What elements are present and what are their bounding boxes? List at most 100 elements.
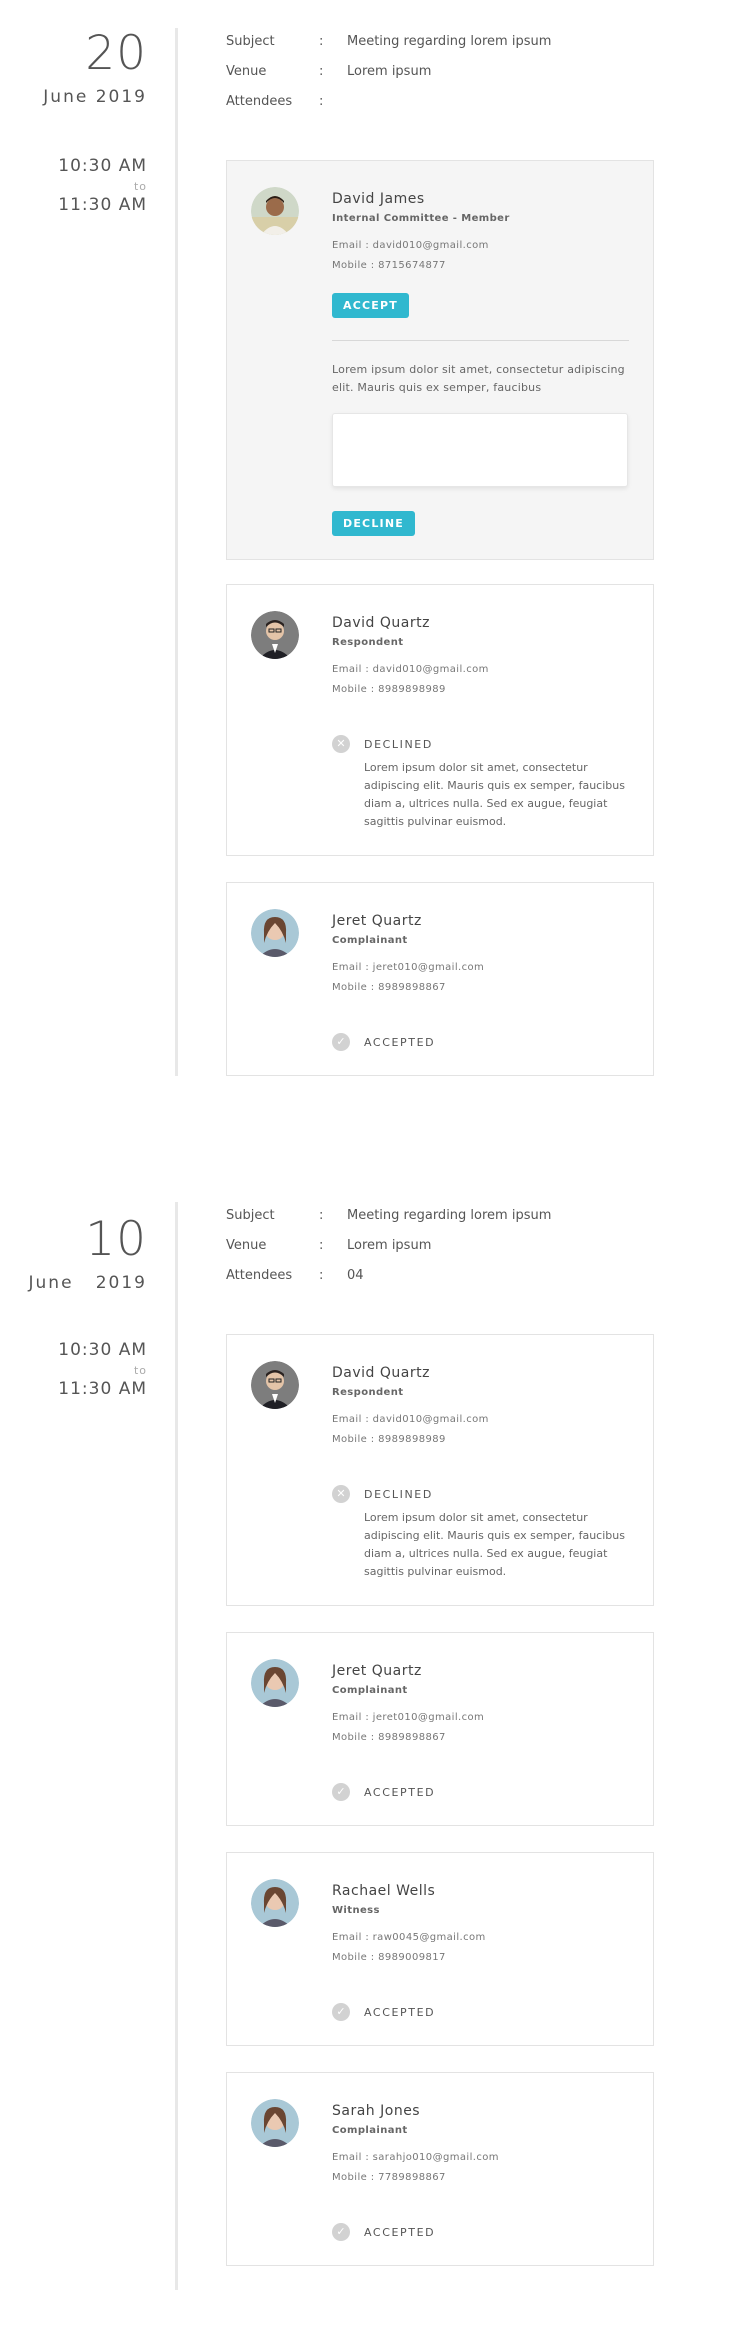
decline-button[interactable]: DECLINE [332, 511, 415, 536]
time-to: to [133, 180, 147, 193]
attendee-mobile: Mobile : 8715674877 [332, 260, 446, 271]
meeting-date: 20 June 2019 [0, 30, 147, 107]
attendee-role: Internal Committee - Member [332, 213, 510, 224]
attendee-card: David James Internal Committee - Member … [226, 160, 654, 560]
timeline-line [175, 28, 178, 1076]
attendee-info: Rachael Wells Witness Email : raw0045@gm… [332, 1883, 629, 1963]
venue-label: Venue [226, 63, 267, 79]
meeting-date: 10 June 2019 [0, 1216, 147, 1293]
meeting-month-year: June 2019 [43, 87, 147, 107]
meeting-month-year: June 2019 [28, 1273, 147, 1293]
separator: : [319, 93, 324, 109]
decline-note: Lorem ipsum dolor sit amet, consectetur … [364, 761, 625, 828]
attendee-name: David Quartz [332, 615, 430, 631]
attendee-email: Email : david010@gmail.com [332, 240, 489, 251]
attendee-mobile: Mobile : 8989898867 [332, 1732, 446, 1743]
status-row: ✕ DECLINED [332, 735, 433, 753]
timeline-line [175, 1202, 178, 2290]
avatar [251, 1879, 299, 1927]
attendee-mobile: Mobile : 8989898989 [332, 1434, 446, 1445]
subject-row: Subject : Meeting regarding lorem ipsum [226, 1200, 646, 1230]
subject-label: Subject [226, 33, 275, 49]
attendee-card: Sarah Jones Complainant Email : sarahjo0… [226, 2072, 654, 2266]
attendee-role: Complainant [332, 1685, 408, 1696]
avatar [251, 1361, 299, 1409]
meeting-block: 10 June 2019 10:30 AM to 11:30 AM Subjec… [0, 1174, 736, 2314]
separator: : [319, 1237, 324, 1253]
status-label: DECLINED [364, 737, 433, 751]
time-end: 11:30 AM [58, 1379, 147, 1399]
venue-row: Venue : Lorem ipsum [226, 56, 646, 86]
attendees-label: Attendees [226, 1267, 293, 1283]
meeting-details: Subject : Meeting regarding lorem ipsum … [226, 1200, 646, 1290]
attendee-card: Jeret Quartz Complainant Email : jeret01… [226, 882, 654, 1076]
attendee-email: Email : jeret010@gmail.com [332, 962, 485, 973]
meeting-details: Subject : Meeting regarding lorem ipsum … [226, 26, 646, 116]
time-start: 10:30 AM [58, 1340, 147, 1360]
separator: : [319, 1267, 324, 1283]
attendee-info: Sarah Jones Complainant Email : sarahjo0… [332, 2103, 629, 2183]
attendee-name: Rachael Wells [332, 1883, 436, 1899]
close-icon: ✕ [332, 1485, 350, 1503]
attendees-row: Attendees : 04 [226, 1260, 646, 1290]
venue-value: Lorem ipsum [347, 63, 432, 79]
attendee-role: Respondent [332, 1387, 404, 1398]
subject-value: Meeting regarding lorem ipsum [347, 33, 552, 49]
attendee-card: Jeret Quartz Complainant Email : jeret01… [226, 1632, 654, 1826]
check-icon: ✓ [332, 1033, 350, 1051]
meeting-day: 20 [85, 26, 147, 81]
separator: : [319, 63, 324, 79]
subject-label: Subject [226, 1207, 275, 1223]
attendee-card: David Quartz Respondent Email : david010… [226, 1334, 654, 1606]
status-row: ✕ DECLINED [332, 1485, 433, 1503]
separator: : [319, 33, 324, 49]
attendee-info: Jeret Quartz Complainant Email : jeret01… [332, 1663, 629, 1743]
decline-reason-prompt: Lorem ipsum dolor sit amet, consectetur … [332, 363, 625, 394]
attendee-name: Jeret Quartz [332, 913, 422, 929]
attendee-name: David Quartz [332, 1365, 430, 1381]
attendee-mobile: Mobile : 7789898867 [332, 2172, 446, 2183]
attendee-email: Email : david010@gmail.com [332, 664, 489, 675]
decline-reason-input[interactable] [332, 413, 628, 487]
attendee-info: David Quartz Respondent Email : david010… [332, 1365, 629, 1445]
attendee-mobile: Mobile : 8989898989 [332, 684, 446, 695]
meeting-time: 10:30 AM to 11:30 AM [0, 156, 147, 215]
time-start: 10:30 AM [58, 156, 147, 176]
subject-row: Subject : Meeting regarding lorem ipsum [226, 26, 646, 56]
check-icon: ✓ [332, 2003, 350, 2021]
attendees-row: Attendees : [226, 86, 646, 116]
attendee-info: Jeret Quartz Complainant Email : jeret01… [332, 913, 629, 993]
check-icon: ✓ [332, 1783, 350, 1801]
accept-button[interactable]: ACCEPT [332, 293, 409, 318]
attendee-info: David James Internal Committee - Member … [332, 191, 629, 536]
attendees-label: Attendees [226, 93, 293, 109]
attendee-mobile: Mobile : 8989009817 [332, 1952, 446, 1963]
decline-note: Lorem ipsum dolor sit amet, consectetur … [364, 1511, 625, 1578]
status-row: ✓ ACCEPTED [332, 2223, 435, 2241]
attendee-card: Rachael Wells Witness Email : raw0045@gm… [226, 1852, 654, 2046]
attendee-role: Complainant [332, 935, 408, 946]
time-to: to [133, 1364, 147, 1377]
close-icon: ✕ [332, 735, 350, 753]
attendee-info: David Quartz Respondent Email : david010… [332, 615, 629, 695]
attendee-email: Email : raw0045@gmail.com [332, 1932, 486, 1943]
attendees-value: 04 [347, 1267, 364, 1283]
attendee-email: Email : david010@gmail.com [332, 1414, 489, 1425]
meeting-day: 10 [85, 1212, 147, 1267]
check-icon: ✓ [332, 2223, 350, 2241]
avatar [251, 909, 299, 957]
subject-value: Meeting regarding lorem ipsum [347, 1207, 552, 1223]
attendee-name: Jeret Quartz [332, 1663, 422, 1679]
divider [332, 340, 629, 341]
venue-value: Lorem ipsum [347, 1237, 432, 1253]
attendee-role: Witness [332, 1905, 380, 1916]
avatar [251, 1659, 299, 1707]
status-label: DECLINED [364, 1487, 433, 1501]
venue-label: Venue [226, 1237, 267, 1253]
meeting-block: 20 June 2019 10:30 AM to 11:30 AM Subjec… [0, 0, 736, 1100]
attendee-role: Respondent [332, 637, 404, 648]
attendee-email: Email : jeret010@gmail.com [332, 1712, 485, 1723]
status-label: ACCEPTED [364, 2225, 436, 2239]
meeting-time: 10:30 AM to 11:30 AM [0, 1340, 147, 1399]
venue-row: Venue : Lorem ipsum [226, 1230, 646, 1260]
